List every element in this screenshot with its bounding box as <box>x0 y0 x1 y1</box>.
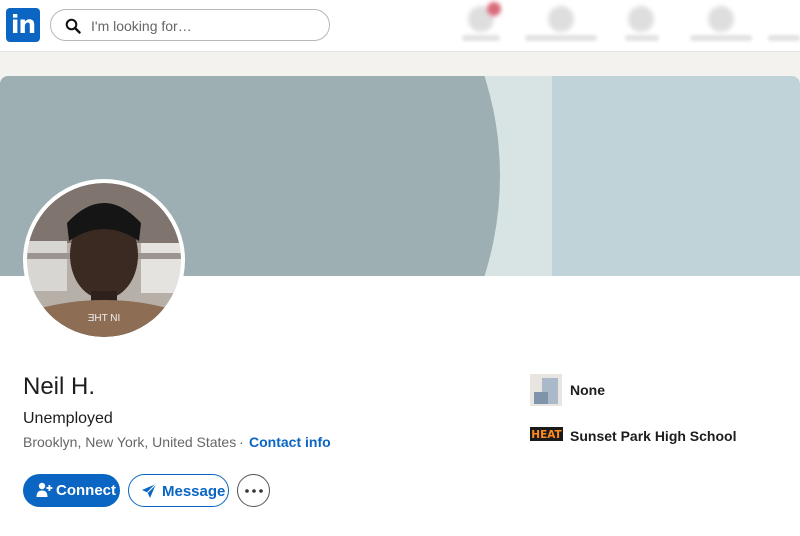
nav-home-label <box>462 35 500 41</box>
svg-text:ƎHT NI: ƎHT NI <box>88 313 121 324</box>
profile-headline: Unemployed <box>23 410 113 427</box>
add-person-icon <box>36 482 53 497</box>
school-logo-text: HEAT <box>531 429 562 441</box>
top-navigation-bar: in <box>0 0 800 52</box>
more-actions-button[interactable] <box>237 474 270 507</box>
profile-card: ƎHT NI Neil H. Unemployed Brooklyn, New … <box>0 76 800 536</box>
location-separator: · <box>239 434 244 450</box>
message-label: Message <box>162 483 226 500</box>
profile-location: Brooklyn, New York, United States <box>23 434 237 450</box>
nav-extra-label <box>768 35 800 41</box>
school-name: Sunset Park High School <box>570 428 737 444</box>
company-name: None <box>570 382 605 398</box>
connect-button[interactable]: Connect <box>23 474 120 507</box>
school-logo-icon: HEAT <box>530 427 563 441</box>
notification-badge <box>487 2 501 16</box>
search-box[interactable] <box>50 9 330 41</box>
nav-network-label <box>525 35 597 41</box>
linkedin-logo[interactable]: in <box>6 8 40 42</box>
nav-messaging-label <box>690 35 752 41</box>
nav-jobs-label <box>625 35 659 41</box>
current-company[interactable]: None <box>530 374 730 406</box>
search-icon <box>65 18 81 34</box>
search-input[interactable] <box>89 15 318 37</box>
nav-jobs-icon[interactable] <box>628 6 654 32</box>
education[interactable]: HEAT Sunset Park High School <box>530 420 750 452</box>
profile-photo[interactable]: ƎHT NI <box>23 179 185 341</box>
nav-messaging-icon[interactable] <box>708 6 734 32</box>
profile-name: Neil H. <box>23 373 96 400</box>
connect-label: Connect <box>56 482 116 499</box>
nav-network-icon[interactable] <box>548 6 574 32</box>
ellipsis-icon <box>245 489 263 493</box>
contact-info-link[interactable]: Contact info <box>249 434 331 450</box>
message-button[interactable]: Message <box>128 474 229 507</box>
avatar-image: ƎHT NI <box>27 183 181 337</box>
paper-plane-icon <box>142 483 157 498</box>
company-logo-icon <box>530 374 562 406</box>
